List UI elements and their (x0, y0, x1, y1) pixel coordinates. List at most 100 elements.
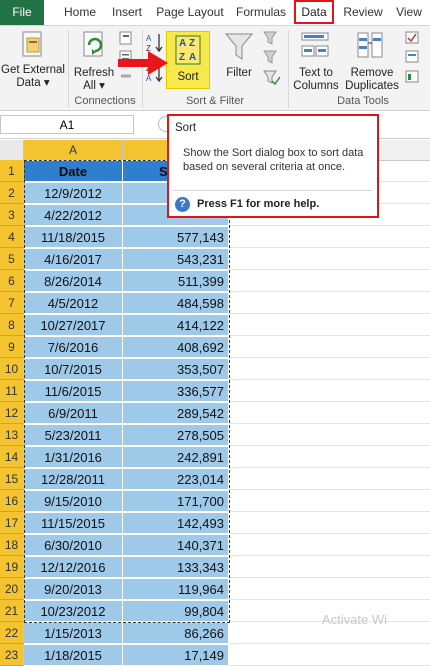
sales-cell[interactable]: 278,505 (123, 424, 229, 446)
empty-cell[interactable] (229, 578, 430, 600)
tab-formulas[interactable]: Formulas (232, 0, 290, 25)
sales-cell[interactable]: 17,149 (123, 644, 229, 666)
empty-cell[interactable] (229, 512, 430, 534)
row-header[interactable]: 16 (0, 490, 24, 512)
date-cell[interactable]: 5/23/2011 (24, 424, 123, 446)
date-cell[interactable]: 10/23/2012 (24, 600, 123, 622)
date-cell[interactable]: 8/26/2014 (24, 270, 123, 292)
empty-cell[interactable] (229, 644, 430, 666)
row-header[interactable]: 15 (0, 468, 24, 490)
row-header[interactable]: 20 (0, 578, 24, 600)
tab-data[interactable]: Data (294, 0, 334, 24)
row-header[interactable]: 17 (0, 512, 24, 534)
row-header[interactable]: 4 (0, 226, 24, 248)
date-cell[interactable]: 9/15/2010 (24, 490, 123, 512)
date-cell[interactable]: 1/31/2016 (24, 446, 123, 468)
row-header[interactable]: 8 (0, 314, 24, 336)
empty-cell[interactable] (229, 556, 430, 578)
tab-home[interactable]: Home (58, 0, 102, 25)
date-cell[interactable]: 4/22/2012 (24, 204, 123, 226)
sales-cell[interactable]: 142,493 (123, 512, 229, 534)
sales-cell[interactable]: 171,700 (123, 490, 229, 512)
empty-cell[interactable] (229, 380, 430, 402)
row-header[interactable]: 6 (0, 270, 24, 292)
date-cell[interactable]: 6/30/2010 (24, 534, 123, 556)
empty-cell[interactable] (229, 534, 430, 556)
column-header-a[interactable]: A (24, 140, 123, 160)
date-cell[interactable]: 11/15/2015 (24, 512, 123, 534)
name-box[interactable]: A1 (0, 115, 134, 134)
date-cell[interactable]: 4/16/2017 (24, 248, 123, 270)
sales-cell[interactable]: 86,266 (123, 622, 229, 644)
consolidate-icon[interactable] (404, 49, 428, 65)
clear-filter-icon[interactable] (262, 30, 280, 46)
tab-insert[interactable]: Insert (105, 0, 149, 25)
row-header[interactable]: 2 (0, 182, 24, 204)
date-cell[interactable]: 11/18/2015 (24, 226, 123, 248)
empty-cell[interactable] (229, 402, 430, 424)
empty-cell[interactable] (229, 270, 430, 292)
date-cell[interactable]: 12/12/2016 (24, 556, 123, 578)
sales-cell[interactable]: 353,507 (123, 358, 229, 380)
date-cell[interactable]: 7/6/2016 (24, 336, 123, 358)
row-header[interactable]: 14 (0, 446, 24, 468)
row-header[interactable]: 9 (0, 336, 24, 358)
empty-cell[interactable] (229, 424, 430, 446)
date-cell[interactable]: 12/28/2011 (24, 468, 123, 490)
empty-cell[interactable] (229, 248, 430, 270)
row-header[interactable]: 7 (0, 292, 24, 314)
date-cell[interactable]: 6/9/2011 (24, 402, 123, 424)
select-all-corner[interactable] (0, 140, 24, 160)
sales-cell[interactable]: 242,891 (123, 446, 229, 468)
tab-view[interactable]: View (392, 0, 426, 25)
date-cell[interactable]: 1/15/2013 (24, 622, 123, 644)
sales-cell[interactable]: 577,143 (123, 226, 229, 248)
row-header[interactable]: 3 (0, 204, 24, 226)
sales-cell[interactable]: 119,964 (123, 578, 229, 600)
row-header[interactable]: 22 (0, 622, 24, 644)
date-cell[interactable]: 4/5/2012 (24, 292, 123, 314)
row-header[interactable]: 11 (0, 380, 24, 402)
sales-cell[interactable]: 414,122 (123, 314, 229, 336)
sales-cell[interactable]: 223,014 (123, 468, 229, 490)
row-header[interactable]: 12 (0, 402, 24, 424)
sales-cell[interactable]: 140,371 (123, 534, 229, 556)
row-header[interactable]: 19 (0, 556, 24, 578)
sales-cell[interactable]: 408,692 (123, 336, 229, 358)
sales-cell[interactable]: 99,804 (123, 600, 229, 622)
table-header-date[interactable]: Date (24, 160, 123, 182)
tab-page-layout[interactable]: Page Layout (152, 0, 228, 25)
sort-button[interactable]: A Z Z A Sort (166, 31, 210, 89)
what-if-analysis-icon[interactable] (404, 69, 428, 85)
sales-cell[interactable]: 336,577 (123, 380, 229, 402)
tab-file[interactable]: File (0, 0, 44, 25)
empty-cell[interactable] (229, 336, 430, 358)
connections-icon[interactable] (118, 30, 134, 46)
row-header[interactable]: 18 (0, 534, 24, 556)
sales-cell[interactable]: 133,343 (123, 556, 229, 578)
date-cell[interactable]: 1/18/2015 (24, 644, 123, 666)
date-cell[interactable]: 10/7/2015 (24, 358, 123, 380)
reapply-icon[interactable] (262, 49, 280, 65)
row-header[interactable]: 23 (0, 644, 24, 666)
empty-cell[interactable] (229, 358, 430, 380)
sales-cell[interactable]: 511,399 (123, 270, 229, 292)
advanced-filter-icon[interactable] (262, 69, 280, 85)
date-cell[interactable]: 12/9/2012 (24, 182, 123, 204)
date-cell[interactable]: 9/20/2013 (24, 578, 123, 600)
row-header[interactable]: 13 (0, 424, 24, 446)
sales-cell[interactable]: 484,598 (123, 292, 229, 314)
empty-cell[interactable] (229, 226, 430, 248)
date-cell[interactable]: 11/6/2015 (24, 380, 123, 402)
empty-cell[interactable] (229, 292, 430, 314)
empty-cell[interactable] (229, 314, 430, 336)
tab-review[interactable]: Review (338, 0, 388, 25)
sales-cell[interactable]: 289,542 (123, 402, 229, 424)
empty-cell[interactable] (229, 490, 430, 512)
row-header[interactable]: 10 (0, 358, 24, 380)
row-header[interactable]: 1 (0, 160, 24, 182)
row-header[interactable]: 21 (0, 600, 24, 622)
date-cell[interactable]: 10/27/2017 (24, 314, 123, 336)
empty-cell[interactable] (229, 468, 430, 490)
sales-cell[interactable]: 543,231 (123, 248, 229, 270)
